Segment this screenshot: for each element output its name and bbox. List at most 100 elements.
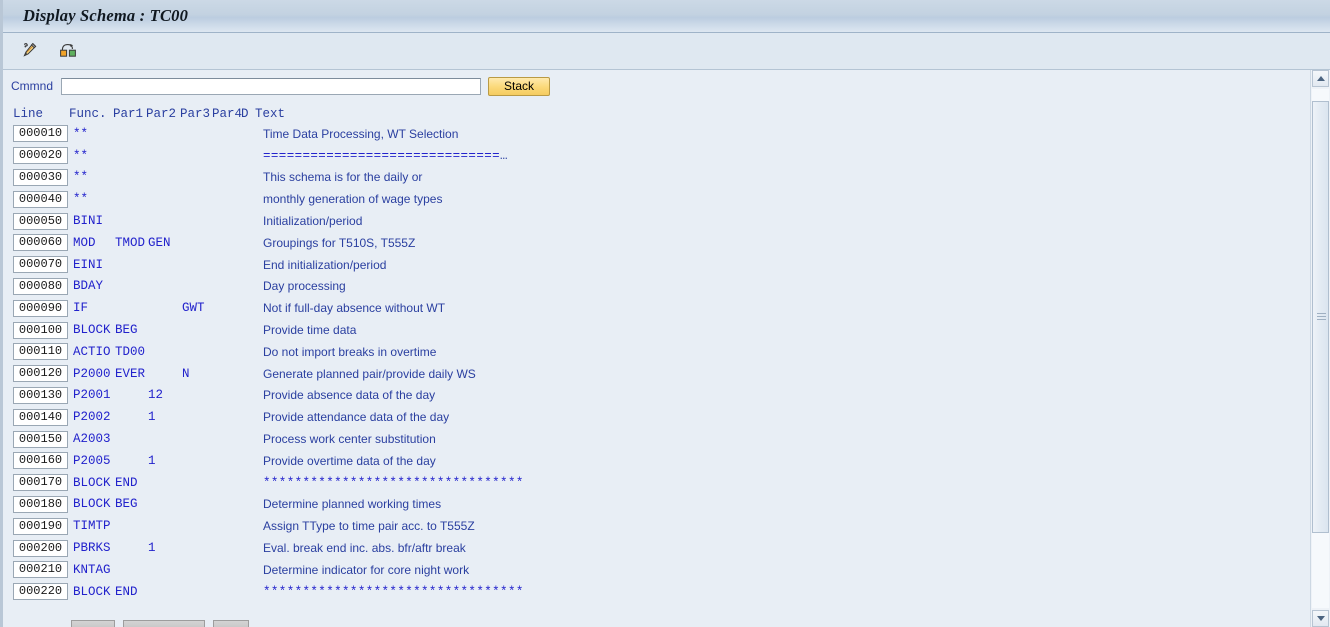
func-cell[interactable]: BINI xyxy=(69,214,113,228)
line-number-input[interactable]: 000030 xyxy=(13,168,68,186)
table-row[interactable]: 000010 ** Time Data Processing, WT Selecti… xyxy=(3,123,1305,145)
line-number-input[interactable]: 000190 xyxy=(13,517,68,535)
line-number-input[interactable]: 000080 xyxy=(13,277,68,295)
table-row[interactable]: 000190 TIMTP Assign TType to time pair acc… xyxy=(3,515,1305,537)
func-cell[interactable]: ** xyxy=(69,149,113,163)
line-number-input[interactable]: 000150 xyxy=(13,430,68,448)
func-cell[interactable]: P2001 xyxy=(69,388,113,402)
text-cell[interactable]: Time Data Processing, WT Selection xyxy=(255,127,1305,141)
scrollbar-thumb[interactable] xyxy=(1312,101,1329,533)
table-row[interactable]: 000100 BLOCK BEG Provide time data xyxy=(3,319,1305,341)
func-cell[interactable]: A2003 xyxy=(69,432,113,446)
display-change-toggle-button[interactable] xyxy=(17,39,43,63)
table-row[interactable]: 000150 A2003 Process work center substitut… xyxy=(3,428,1305,450)
text-cell[interactable]: ==============================… xyxy=(255,149,1305,163)
text-cell[interactable]: ********************************* xyxy=(255,476,1305,490)
par1-cell[interactable]: EVER xyxy=(113,367,146,381)
par1-cell[interactable]: END xyxy=(113,585,146,599)
table-row[interactable]: 000120 P2000 EVER N Generate planned pair/pr… xyxy=(3,363,1305,385)
par2-cell[interactable]: GEN xyxy=(146,236,180,250)
table-row[interactable]: 000040 ** monthly generation of wage types xyxy=(3,188,1305,210)
text-cell[interactable]: End initialization/period xyxy=(255,258,1305,272)
bottom-button-3[interactable] xyxy=(213,620,249,627)
par2-cell[interactable]: 1 xyxy=(146,454,180,468)
table-row[interactable]: 000070 EINI End initialization/period xyxy=(3,254,1305,276)
par1-cell[interactable]: TD00 xyxy=(113,345,146,359)
line-number-input[interactable]: 000180 xyxy=(13,495,68,513)
line-number-input[interactable]: 000020 xyxy=(13,147,68,165)
table-row[interactable]: 000160 P2005 1 Provide overtime data of the… xyxy=(3,450,1305,472)
text-cell[interactable]: Initialization/period xyxy=(255,214,1305,228)
line-number-input[interactable]: 000060 xyxy=(13,234,68,252)
text-cell[interactable]: Day processing xyxy=(255,279,1305,293)
text-cell[interactable]: Provide overtime data of the day xyxy=(255,454,1305,468)
table-row[interactable]: 000060 MOD TMOD GEN Groupings for T510S, T55… xyxy=(3,232,1305,254)
func-cell[interactable]: BDAY xyxy=(69,279,113,293)
text-cell[interactable]: Not if full-day absence without WT xyxy=(255,301,1305,315)
command-input[interactable] xyxy=(61,77,481,95)
line-number-input[interactable]: 000010 xyxy=(13,125,68,143)
par3-cell[interactable]: GWT xyxy=(180,301,212,315)
vertical-scrollbar[interactable] xyxy=(1310,70,1330,627)
table-row[interactable]: 000140 P2002 1 Provide attendance data of t… xyxy=(3,406,1305,428)
func-cell[interactable]: BLOCK xyxy=(69,585,113,599)
table-row[interactable]: 000080 BDAY Day processing xyxy=(3,276,1305,298)
func-cell[interactable]: ACTIO xyxy=(69,345,113,359)
line-number-input[interactable]: 000100 xyxy=(13,321,68,339)
text-cell[interactable]: Determine indicator for core night work xyxy=(255,563,1305,577)
func-cell[interactable]: EINI xyxy=(69,258,113,272)
line-number-input[interactable]: 000140 xyxy=(13,408,68,426)
func-cell[interactable]: P2005 xyxy=(69,454,113,468)
line-number-input[interactable]: 000040 xyxy=(13,190,68,208)
func-cell[interactable]: BLOCK xyxy=(69,323,113,337)
table-row[interactable]: 000090 IF GWT Not if full-day absence witho… xyxy=(3,297,1305,319)
line-number-input[interactable]: 000070 xyxy=(13,256,68,274)
func-cell[interactable]: TIMTP xyxy=(69,519,113,533)
text-cell[interactable]: ********************************* xyxy=(255,585,1305,599)
text-cell[interactable]: This schema is for the daily or xyxy=(255,170,1305,184)
func-cell[interactable]: ** xyxy=(69,170,113,184)
bottom-button-1[interactable] xyxy=(71,620,115,627)
par2-cell[interactable]: 1 xyxy=(146,541,180,555)
func-cell[interactable]: BLOCK xyxy=(69,476,113,490)
line-number-input[interactable]: 000210 xyxy=(13,561,68,579)
text-cell[interactable]: Provide absence data of the day xyxy=(255,388,1305,402)
par1-cell[interactable]: BEG xyxy=(113,497,146,511)
par2-cell[interactable]: 12 xyxy=(146,388,180,402)
line-number-input[interactable]: 000220 xyxy=(13,583,68,601)
text-cell[interactable]: monthly generation of wage types xyxy=(255,192,1305,206)
par1-cell[interactable]: END xyxy=(113,476,146,490)
scroll-up-button[interactable] xyxy=(1312,70,1329,87)
bottom-button-2[interactable] xyxy=(123,620,205,627)
text-cell[interactable]: Provide attendance data of the day xyxy=(255,410,1305,424)
line-number-input[interactable]: 000120 xyxy=(13,365,68,383)
func-cell[interactable]: BLOCK xyxy=(69,497,113,511)
line-number-input[interactable]: 000170 xyxy=(13,474,68,492)
table-row[interactable]: 000030 ** This schema is for the daily or xyxy=(3,167,1305,189)
text-cell[interactable]: Generate planned pair/provide daily WS xyxy=(255,367,1305,381)
text-cell[interactable]: Provide time data xyxy=(255,323,1305,337)
stack-button[interactable]: Stack xyxy=(488,76,550,96)
scrollbar-track[interactable] xyxy=(1312,89,1329,608)
text-cell[interactable]: Do not import breaks in overtime xyxy=(255,345,1305,359)
func-cell[interactable]: IF xyxy=(69,301,113,315)
table-row[interactable]: 000200 PBRKS 1 Eval. break end inc. abs. bf… xyxy=(3,537,1305,559)
func-cell[interactable]: ** xyxy=(69,192,113,206)
table-row[interactable]: 000220 BLOCK END **************************… xyxy=(3,581,1305,603)
par2-cell[interactable]: 1 xyxy=(146,410,180,424)
table-row[interactable]: 000170 BLOCK END **************************… xyxy=(3,472,1305,494)
func-cell[interactable]: PBRKS xyxy=(69,541,113,555)
func-cell[interactable]: KNTAG xyxy=(69,563,113,577)
text-cell[interactable]: Determine planned working times xyxy=(255,497,1305,511)
table-row[interactable]: 000130 P2001 12 Provide absence data of the… xyxy=(3,385,1305,407)
scroll-down-button[interactable] xyxy=(1312,610,1329,627)
line-number-input[interactable]: 000050 xyxy=(13,212,68,230)
table-row[interactable]: 000110 ACTIO TD00 Do not import breaks in o… xyxy=(3,341,1305,363)
table-row[interactable]: 000180 BLOCK BEG Determine planned working … xyxy=(3,494,1305,516)
text-cell[interactable]: Assign TType to time pair acc. to T555Z xyxy=(255,519,1305,533)
navigate-structure-button[interactable] xyxy=(55,39,81,63)
line-number-input[interactable]: 000200 xyxy=(13,539,68,557)
line-number-input[interactable]: 000110 xyxy=(13,343,68,361)
table-row[interactable]: 000020 ** ==============================… xyxy=(3,145,1305,167)
text-cell[interactable]: Process work center substitution xyxy=(255,432,1305,446)
